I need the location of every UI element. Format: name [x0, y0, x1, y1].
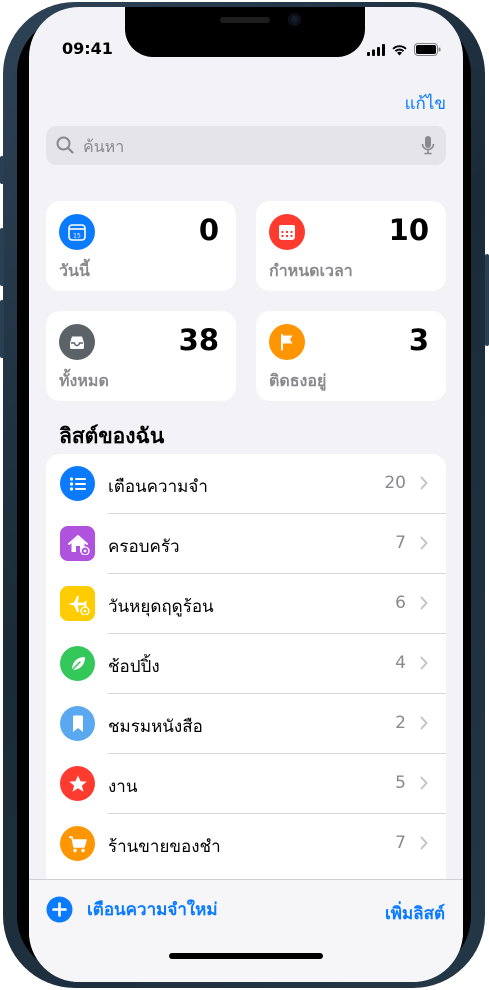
speaker	[220, 17, 270, 23]
new-reminder-button[interactable]: เตือนความจำใหม่	[46, 896, 218, 923]
list-item-name: ช้อปปิ้ง	[108, 657, 160, 677]
list-item-shopping[interactable]: ช้อปปิ้ง 4	[46, 634, 446, 694]
list-item-count: 7	[395, 533, 406, 553]
search-field[interactable]: ค้นหา	[46, 126, 446, 165]
list-item-name: ร้านขายของชำ	[108, 837, 221, 857]
list-item-reminders[interactable]: เตือนความจำ 20	[46, 454, 446, 514]
battery-icon	[414, 43, 441, 56]
tray-icon	[59, 324, 95, 360]
status-icons	[367, 43, 441, 56]
calendar-grid-icon	[269, 214, 305, 250]
bookmark-icon	[60, 706, 95, 741]
iphone-device: 09:41 แก้ไข ค้นหา 15 0 วันนี้ 10 กำหนดเว…	[0, 0, 489, 990]
chevron-right-icon	[420, 656, 428, 670]
list-item-name: เตือนความจำ	[108, 477, 208, 497]
list-item-count: 20	[384, 473, 406, 493]
list-item-family[interactable]: ครอบครัว 7	[46, 514, 446, 574]
signal-icon	[367, 43, 385, 56]
star-icon	[60, 766, 95, 801]
flagged-count: 3	[408, 323, 429, 357]
search-placeholder: ค้นหา	[83, 137, 125, 156]
chevron-right-icon	[420, 716, 428, 730]
chevron-right-icon	[420, 476, 428, 490]
list-item-name: ครอบครัว	[108, 537, 180, 557]
list-item-groceries[interactable]: ร้านขายของชำ 7	[46, 814, 446, 874]
cart-icon	[60, 826, 95, 861]
list-item-work[interactable]: งาน 5	[46, 754, 446, 814]
side-button-volume-down	[0, 300, 4, 358]
leaf-icon	[60, 646, 95, 681]
calendar-today-icon: 15	[59, 214, 95, 250]
bottom-toolbar: เตือนความจำใหม่ เพิ่มลิสต์	[29, 879, 463, 982]
plus-circle-icon	[46, 896, 73, 923]
flagged-label: ติดธงอยู่	[269, 371, 327, 390]
list-item-name: งาน	[108, 777, 138, 797]
home-indicator[interactable]	[169, 953, 323, 959]
chevron-right-icon	[420, 536, 428, 550]
new-reminder-label: เตือนความจำใหม่	[87, 900, 218, 920]
my-lists: เตือนความจำ 20 ครอบครัว 7 วันหยุดฤดูร้อน…	[46, 454, 446, 884]
status-time: 09:41	[62, 39, 113, 58]
list-item-name: วันหยุดฤดูร้อน	[108, 597, 214, 617]
card-flagged[interactable]: 3 ติดธงอยู่	[256, 311, 446, 401]
list-bullet-icon	[60, 466, 95, 501]
chevron-right-icon	[420, 596, 428, 610]
search-icon	[56, 136, 74, 154]
scheduled-count: 10	[388, 213, 429, 247]
list-item-summer-vacation[interactable]: วันหยุดฤดูร้อน 6	[46, 574, 446, 634]
side-button-power	[485, 254, 489, 346]
list-item-name: ชมรมหนังสือ	[108, 717, 203, 737]
side-button-mute	[0, 156, 4, 184]
today-label: วันนี้	[59, 261, 90, 280]
add-list-button[interactable]: เพิ่มลิสต์	[385, 900, 445, 927]
list-item-count: 4	[395, 653, 406, 673]
microphone-icon[interactable]	[421, 135, 435, 156]
svg-text:15: 15	[73, 233, 81, 240]
all-count: 38	[178, 323, 219, 357]
house-icon	[60, 526, 95, 561]
airplane-icon	[60, 586, 95, 621]
flag-icon	[269, 324, 305, 360]
screen: 09:41 แก้ไข ค้นหา 15 0 วันนี้ 10 กำหนดเว…	[29, 7, 463, 982]
my-lists-title: ลิสต์ของฉัน	[59, 424, 165, 448]
edit-button[interactable]: แก้ไข	[405, 90, 446, 117]
all-label: ทั้งหมด	[59, 371, 109, 390]
scheduled-label: กำหนดเวลา	[269, 261, 353, 280]
list-item-count: 5	[395, 773, 406, 793]
list-item-book-club[interactable]: ชมรมหนังสือ 2	[46, 694, 446, 754]
chevron-right-icon	[420, 776, 428, 790]
list-item-count: 6	[395, 593, 406, 613]
card-all[interactable]: 38 ทั้งหมด	[46, 311, 236, 401]
side-button-volume-up	[0, 228, 4, 286]
list-item-count: 2	[395, 713, 406, 733]
card-scheduled[interactable]: 10 กำหนดเวลา	[256, 201, 446, 291]
card-today[interactable]: 15 0 วันนี้	[46, 201, 236, 291]
today-count: 0	[198, 213, 219, 247]
chevron-right-icon	[420, 836, 428, 850]
list-item-count: 7	[395, 833, 406, 853]
front-camera	[288, 13, 301, 26]
notch	[125, 7, 365, 57]
wifi-icon	[392, 44, 407, 55]
